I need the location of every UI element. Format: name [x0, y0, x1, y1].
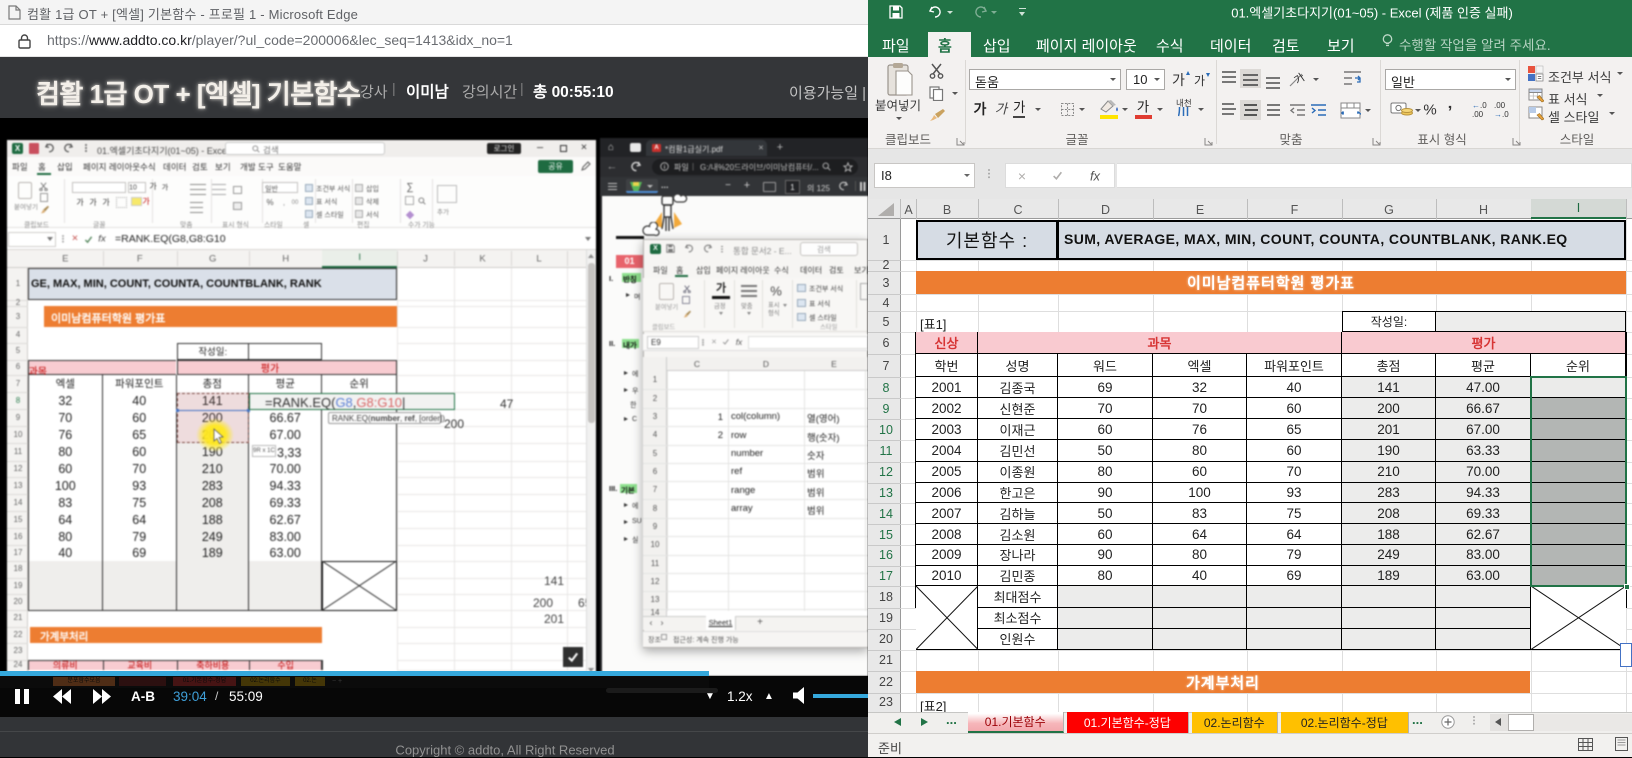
svg-text:가: 가 [1292, 71, 1308, 87]
svg-text:=: = [1538, 75, 1542, 82]
